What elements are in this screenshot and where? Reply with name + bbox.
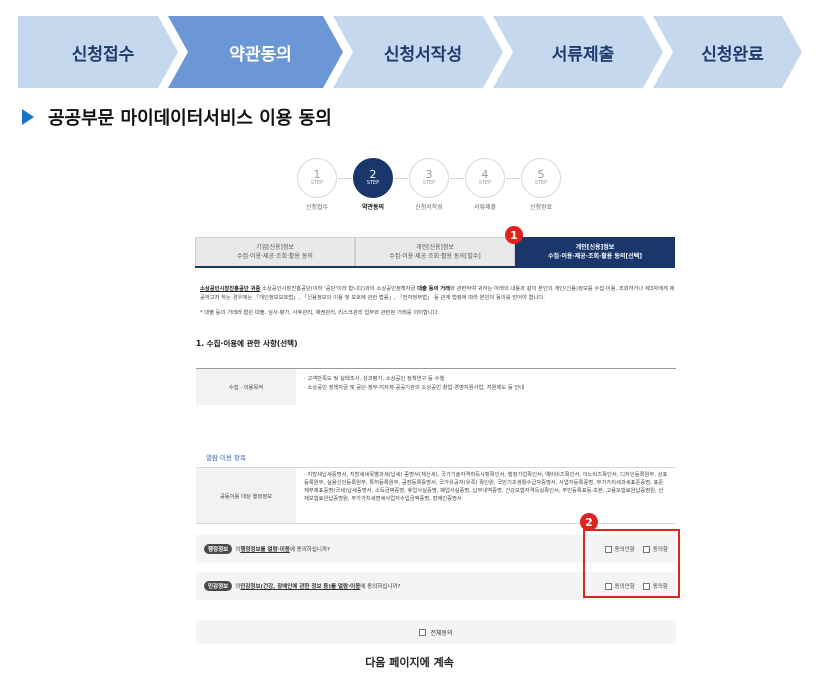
admin-info-label: 공동이용 대상 행정정보 <box>196 468 296 523</box>
purpose-content: · 고객만족도 및 실태조사, 성과평가, 소상공인 정책연구 등 수행 · 소… <box>304 376 525 391</box>
section-title: 공공부문 마이데이터서비스 이용 동의 <box>22 104 332 130</box>
all-agree-row[interactable]: 전체동의 <box>196 620 676 644</box>
top-step-3: 신청서작성 <box>333 16 503 88</box>
step-connector <box>506 178 520 179</box>
triangle-bullet-icon <box>22 109 34 125</box>
step-connector <box>394 178 408 179</box>
step-circle: 4 STEP <box>465 158 505 198</box>
purpose-label: 수집 · 이용목적 <box>196 369 296 405</box>
top-step-1: 신청접수 <box>18 16 178 88</box>
highlight-frame <box>583 529 680 598</box>
view-items-heading: 열람·이용 항목 <box>196 446 676 468</box>
sensitive-info-tag: 민감정보 <box>204 581 233 591</box>
admin-info-content: · 지방세납세증명서, 지방세세목별과세(납세) 증명서(재산세), 국가기술자… <box>304 472 668 502</box>
top-step-2-active: 약관동의 <box>168 16 343 88</box>
progress-step-5: 5 STEP 신청완료 <box>520 158 562 211</box>
tab-personal-required[interactable]: 개인[신용]정보 수집·이용·제공·조회·활용 동의[필수] <box>355 237 515 266</box>
progress-step-2: 2 STEP 약관동의 <box>352 158 394 211</box>
top-step-4: 서류제출 <box>493 16 663 88</box>
annotation-badge-1: 1 <box>505 226 523 244</box>
step-circle: 1 STEP <box>297 158 337 198</box>
step-circle: 3 STEP <box>409 158 449 198</box>
progress-step-3: 3 STEP 신청서작성 <box>408 158 450 211</box>
purpose-table: 수집 · 이용목적 · 고객만족도 및 실태조사, 성과평가, 소상공인 정책연… <box>196 368 676 405</box>
top-step-5: 신청완료 <box>653 16 802 88</box>
progress-steps: 1 STEP 신청접수 2 STEP 약관동의 3 STEP 신청서작성 4 STEP … <box>296 158 566 214</box>
admin-info-tag: 행정정보 <box>204 544 233 554</box>
step-circle: 2 STEP <box>353 158 393 198</box>
tab-corporate-info[interactable]: 기업[신용]정보 수집·이용·제공·조회·활용 동의 <box>195 237 355 266</box>
step-circle: 5 STEP <box>521 158 561 198</box>
all-agree-checkbox[interactable] <box>419 628 427 636</box>
top-step-bar: 신청접수 신청서작성 서류제출 신청완료 약관동의 <box>18 16 802 88</box>
continue-text: 다음 페이지에 계속 <box>365 656 454 669</box>
notice-text: 소상공인시장진흥공단 귀중 소상공인시장진흥공단(이하 '공단'이라 합니다)과… <box>200 286 675 316</box>
step-connector <box>450 178 464 179</box>
admin-info-table: 공동이용 대상 행정정보 · 지방세납세증명서, 지방세세목별과세(납세) 증명… <box>196 468 676 524</box>
step-connector <box>338 178 352 179</box>
tab-personal-optional[interactable]: 개인[신용]정보 수집·이용·제공·조회·활용 동의[선택] <box>515 237 675 266</box>
progress-step-4: 4 STEP 서류제출 <box>464 158 506 211</box>
annotation-badge-2: 2 <box>580 513 598 531</box>
progress-step-1: 1 STEP 신청접수 <box>296 158 338 211</box>
consent-tabs: 기업[신용]정보 수집·이용·제공·조회·활용 동의 개인[신용]정보 수집·이… <box>195 237 675 268</box>
section-1-heading: 1. 수집·이용에 관한 사항(선택) <box>196 339 298 348</box>
